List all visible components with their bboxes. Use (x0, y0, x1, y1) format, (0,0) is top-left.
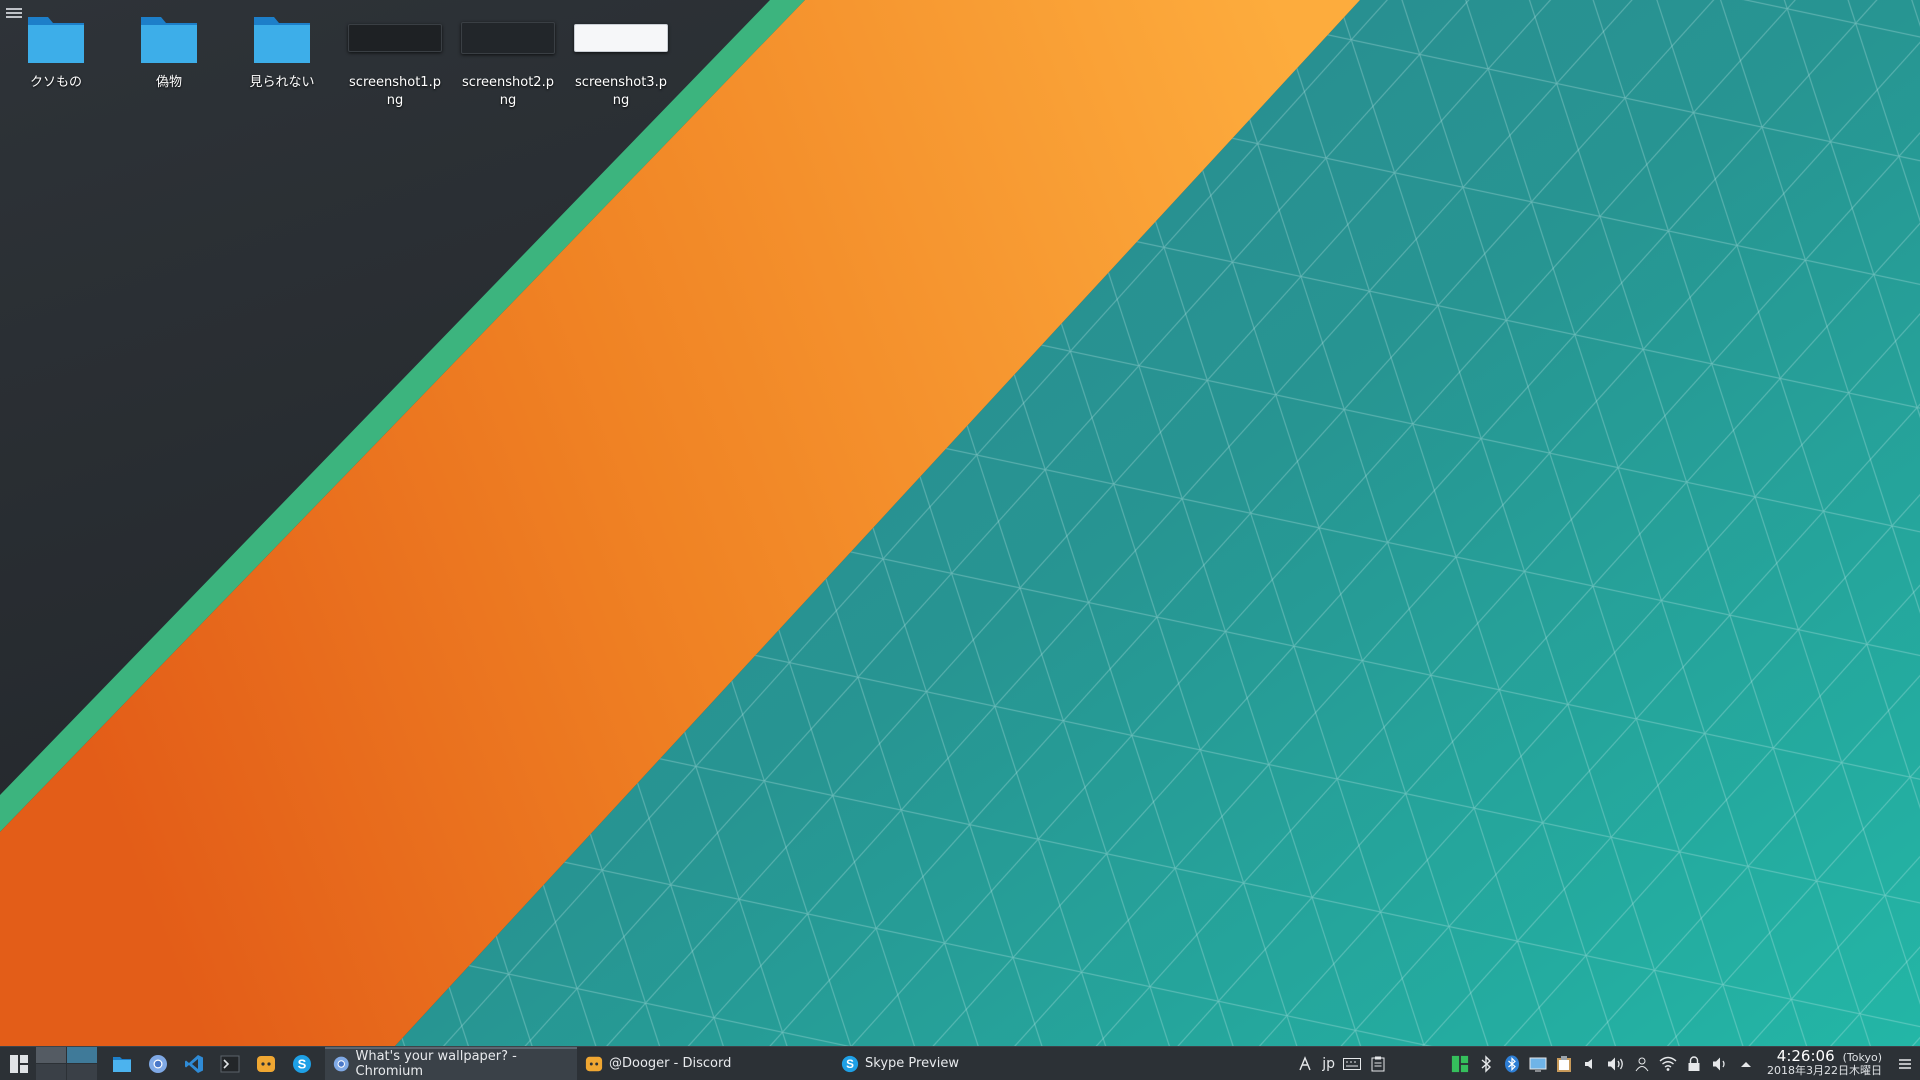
bluetooth-icon (1481, 1054, 1492, 1073)
svg-text:S: S (846, 1058, 854, 1071)
bluetooth-app-icon[interactable] (1501, 1053, 1523, 1075)
quick-launch-discord[interactable] (249, 1047, 283, 1080)
image-thumbnail (574, 24, 668, 52)
input-method-icon[interactable] (1294, 1053, 1316, 1075)
skype-icon: S (293, 1054, 311, 1073)
file-manager-icon (113, 1056, 131, 1072)
icon-label: 偽物 (155, 75, 182, 90)
task-title: What's your wallpaper? - Chromium (355, 1048, 517, 1079)
pager-desktop-3[interactable] (36, 1064, 66, 1080)
keyboard-layout-indicator[interactable]: jp (1320, 1056, 1337, 1072)
tray-expand-arrow-icon[interactable] (1735, 1053, 1757, 1075)
speaker-small-icon[interactable] (1579, 1053, 1601, 1075)
panel-menu-icon (1899, 1058, 1911, 1069)
quick-launch: S (105, 1047, 319, 1080)
desktop-file-screenshot3[interactable]: screenshot3.png (566, 8, 676, 110)
manjaro-logo-icon (10, 1054, 28, 1073)
display-settings-icon[interactable] (1527, 1053, 1549, 1075)
folder-icon (28, 17, 84, 63)
input-method-icon (1299, 1055, 1311, 1070)
image-thumbnail (461, 22, 555, 54)
clipboard-manager-icon[interactable] (1553, 1053, 1575, 1075)
folder-icon (141, 17, 197, 63)
skype-icon: S (841, 1055, 859, 1072)
chromium-icon (149, 1054, 167, 1073)
wifi-icon[interactable] (1657, 1053, 1679, 1075)
manjaro-settings-icon[interactable] (1449, 1053, 1471, 1075)
user-switch-icon[interactable] (1631, 1053, 1653, 1075)
clock-date: 2018年3月22日木曜日 (1767, 1064, 1882, 1077)
task-title: @Dooger - Discord (609, 1056, 732, 1071)
task-discord[interactable]: @Dooger - Discord (577, 1047, 833, 1080)
system-tray: jp 4:26:06 (Tokyo) 2018年3月22日木曜日 (1294, 1047, 1920, 1080)
task-manager: What's your wallpaper? - Chromium @Dooge… (325, 1046, 1089, 1080)
lock-icon[interactable] (1683, 1053, 1705, 1075)
icon-label: screenshot3.png (575, 75, 667, 108)
desktop-file-screenshot2[interactable]: screenshot2.png (453, 8, 563, 110)
vscode-icon (185, 1054, 203, 1073)
keyboard-icon[interactable] (1341, 1053, 1363, 1075)
quick-launch-chromium[interactable] (141, 1047, 175, 1080)
icon-label: クソもの (29, 75, 82, 90)
quick-launch-terminal[interactable] (213, 1047, 247, 1080)
volume-icon (1608, 1057, 1623, 1070)
icon-label: screenshot2.png (462, 75, 554, 108)
desktop-folder-kusomono[interactable]: クソもの (1, 8, 111, 92)
clipboard-icon[interactable] (1367, 1053, 1389, 1075)
bluetooth-app-icon (1505, 1055, 1519, 1072)
task-title: Skype Preview (865, 1056, 959, 1071)
folder-icon (254, 17, 310, 63)
image-thumbnail (348, 24, 442, 52)
display-settings-icon (1529, 1057, 1547, 1071)
audio-volume-icon[interactable] (1709, 1053, 1731, 1075)
svg-text:S: S (298, 1056, 307, 1071)
pager-desktop-4[interactable] (67, 1064, 97, 1080)
clock-timezone: (Tokyo) (1842, 1051, 1882, 1064)
icon-label: screenshot1.png (349, 75, 441, 108)
digital-clock[interactable]: 4:26:06 (Tokyo) 2018年3月22日木曜日 (1761, 1047, 1890, 1078)
keyboard-icon (1343, 1057, 1361, 1070)
pager-desktop-1[interactable] (36, 1047, 66, 1063)
discord-icon (257, 1055, 275, 1072)
terminal-icon (220, 1055, 240, 1072)
panel-menu-icon[interactable] (1894, 1053, 1916, 1075)
manjaro-settings-icon (1451, 1055, 1469, 1072)
desktop-folder-nisemono[interactable]: 偽物 (114, 8, 224, 92)
volume-icon[interactable] (1605, 1053, 1627, 1075)
audio-volume-icon (1713, 1057, 1725, 1070)
quick-launch-file-manager[interactable] (105, 1047, 139, 1080)
pager-desktop-2[interactable] (67, 1047, 97, 1063)
desktop-file-screenshot1[interactable]: screenshot1.png (340, 8, 450, 110)
desktop-wallpaper (0, 0, 1920, 1046)
clock-time: 4:26:06 (1776, 1047, 1835, 1065)
tray-expand-arrow-icon (1741, 1061, 1751, 1067)
clipboard-icon (1371, 1056, 1385, 1071)
desktop-folder-mirarenai[interactable]: 見られない (227, 8, 337, 92)
clipboard-manager-icon (1557, 1055, 1571, 1072)
bluetooth-icon[interactable] (1475, 1053, 1497, 1075)
speaker-small-icon (1585, 1058, 1592, 1069)
icon-label: 見られない (249, 75, 315, 90)
virtual-desktop-pager[interactable] (36, 1047, 97, 1080)
taskbar: S What's your wallpaper? - Chromium @Doo… (0, 1046, 1920, 1080)
discord-icon (585, 1056, 603, 1071)
task-skype[interactable]: S Skype Preview (833, 1047, 1089, 1080)
quick-launch-skype[interactable]: S (285, 1047, 319, 1080)
chromium-icon (333, 1056, 349, 1071)
wifi-icon (1659, 1056, 1677, 1071)
lock-icon (1688, 1055, 1700, 1071)
task-chromium[interactable]: What's your wallpaper? - Chromium (325, 1046, 577, 1080)
user-switch-icon (1635, 1057, 1649, 1071)
application-launcher-button[interactable] (6, 1047, 32, 1080)
quick-launch-vscode[interactable] (177, 1047, 211, 1080)
